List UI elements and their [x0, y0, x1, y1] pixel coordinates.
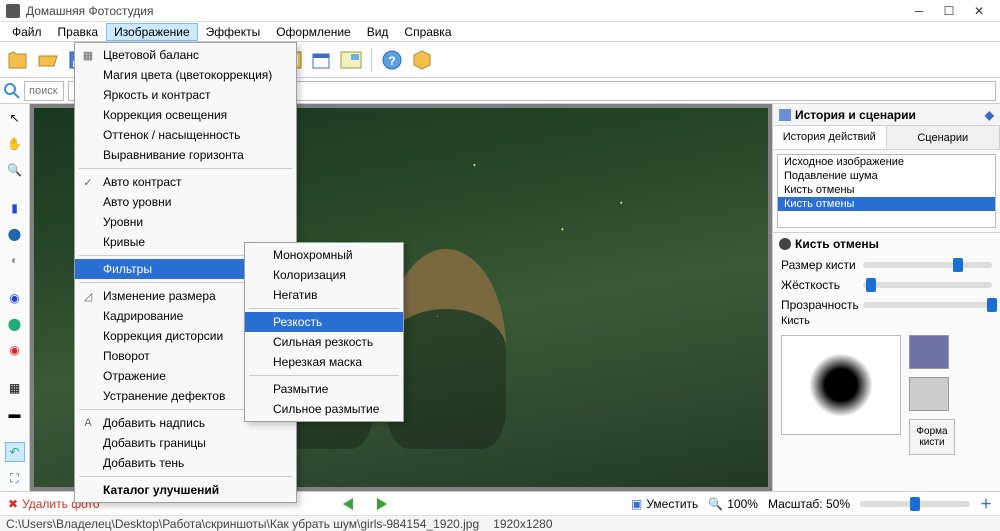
clone-tool-icon[interactable]: ◉: [5, 288, 25, 308]
right-sidebar: История и сценарии ◆ История действий Сц…: [772, 104, 1000, 491]
brush-hardness-label: Жёсткость: [781, 278, 857, 292]
card-icon[interactable]: [337, 46, 365, 74]
search-icon: [4, 83, 20, 99]
app-icon: [6, 4, 20, 18]
history-list[interactable]: Исходное изображение Подавление шума Кис…: [777, 154, 996, 228]
tab-history[interactable]: История действий: [773, 126, 887, 149]
zoom-plus-icon[interactable]: ＋: [980, 495, 992, 512]
open-folder-icon[interactable]: [34, 46, 62, 74]
zoom-slider[interactable]: [860, 501, 970, 507]
menu-item[interactable]: Негатив: [245, 285, 403, 305]
history-item[interactable]: Подавление шума: [778, 169, 995, 183]
fit-icon: ▣: [631, 497, 642, 511]
filters-submenu-dropdown: МонохромныйКолоризацияНегативРезкостьСил…: [244, 242, 404, 422]
search-input[interactable]: [24, 81, 64, 101]
menu-edit[interactable]: Правка: [50, 23, 107, 41]
history-item[interactable]: Кисть отмены: [778, 197, 995, 211]
tools-sidebar: ↖ ✋ 🔍 ▮ ⬤ ◐ ◉ ⬤ ◉ ▦ ▬ ↶ ⛶: [0, 104, 30, 491]
pointer-tool-icon[interactable]: ↖: [5, 108, 25, 128]
brush-tool-icon[interactable]: ▮: [5, 198, 25, 218]
healing-tool-icon[interactable]: ⬤: [5, 314, 25, 334]
color-swatch-secondary[interactable]: [909, 377, 949, 411]
history-item[interactable]: Кисть отмены: [778, 183, 995, 197]
help-icon[interactable]: ?: [378, 46, 406, 74]
menu-item[interactable]: ▦Цветовой баланс: [75, 45, 296, 65]
brush-preview-label: Кисть: [773, 315, 1000, 329]
brush-icon: [779, 238, 791, 250]
scale-label: Масштаб: 50%: [768, 497, 850, 511]
svg-text:?: ?: [388, 54, 395, 68]
menu-effects[interactable]: Эффекты: [198, 23, 269, 41]
history-panel-header: История и сценарии ◆: [773, 104, 1000, 126]
next-photo-button[interactable]: [370, 494, 394, 514]
menu-file[interactable]: Файл: [4, 23, 50, 41]
menu-item[interactable]: Авто уровни: [75, 192, 296, 212]
fit-button[interactable]: ▣Уместить: [631, 497, 698, 511]
maximize-button[interactable]: ☐: [934, 1, 964, 21]
color-swatch-primary[interactable]: [909, 335, 949, 369]
menu-item[interactable]: Колоризация: [245, 265, 403, 285]
title-bar: Домашняя Фотостудия ─ ☐ ✕: [0, 0, 1000, 22]
brush-shape-button[interactable]: Форма кисти: [909, 419, 955, 455]
menu-item[interactable]: Яркость и контраст: [75, 85, 296, 105]
menu-item[interactable]: Нерезкая маска: [245, 352, 403, 372]
zoom-icon: 🔍: [708, 497, 723, 511]
history-item[interactable]: Исходное изображение: [778, 155, 995, 169]
tab-scenarios[interactable]: Сценарии: [887, 126, 1000, 149]
undo-brush-tool-icon[interactable]: ↶: [5, 442, 25, 462]
delete-icon: ✖: [8, 497, 18, 511]
menu-bar: Файл Правка Изображение Эффекты Оформлен…: [0, 22, 1000, 42]
zoom-100-button[interactable]: 🔍100%: [708, 497, 758, 511]
menu-item[interactable]: Резкость: [245, 312, 403, 332]
file-path-bar: C:\Users\Владелец\Desktop\Работа\скриншо…: [0, 515, 1000, 531]
minimize-button[interactable]: ─: [904, 1, 934, 21]
brush-opacity-label: Прозрачность: [781, 298, 857, 312]
file-path: C:\Users\Владелец\Desktop\Работа\скриншо…: [6, 517, 479, 531]
gradient-tool-icon[interactable]: ▦: [5, 378, 25, 398]
menu-item[interactable]: ✓Авто контраст: [75, 172, 296, 192]
menu-item[interactable]: Монохромный: [245, 245, 403, 265]
calendar-icon[interactable]: [307, 46, 335, 74]
collapse-icon[interactable]: ◆: [985, 108, 994, 122]
menu-view[interactable]: Вид: [359, 23, 397, 41]
redeye-tool-icon[interactable]: ◉: [5, 340, 25, 360]
menu-item[interactable]: Магия цвета (цветокоррекция): [75, 65, 296, 85]
fill-tool-icon[interactable]: ▬: [5, 404, 25, 424]
menu-item[interactable]: Добавить границы: [75, 433, 296, 453]
menu-item[interactable]: Уровни: [75, 212, 296, 232]
crop-tool-icon[interactable]: ⛶: [5, 468, 25, 488]
open-file-icon[interactable]: [4, 46, 32, 74]
history-panel-title: История и сценарии: [795, 108, 916, 122]
menu-design[interactable]: Оформление: [268, 23, 358, 41]
menu-item[interactable]: Добавить тень: [75, 453, 296, 473]
brush-panel-title: Кисть отмены: [795, 237, 879, 251]
blur-tool-icon[interactable]: ◐: [5, 250, 25, 270]
brush-hardness-slider[interactable]: [863, 282, 992, 288]
menu-image[interactable]: Изображение: [106, 23, 198, 41]
menu-item[interactable]: Выравнивание горизонта: [75, 145, 296, 165]
menu-item[interactable]: Сильная резкость: [245, 332, 403, 352]
brush-size-slider[interactable]: [863, 262, 992, 268]
menu-item[interactable]: Сильное размытие: [245, 399, 403, 419]
menu-item[interactable]: Размытие: [245, 379, 403, 399]
brush-preview[interactable]: [781, 335, 901, 435]
file-dimensions: 1920x1280: [493, 517, 552, 531]
prev-photo-button[interactable]: [336, 494, 360, 514]
drop-tool-icon[interactable]: ⬤: [5, 224, 25, 244]
app-title: Домашняя Фотостудия: [26, 4, 904, 18]
menu-item[interactable]: Каталог улучшений: [75, 480, 296, 500]
menu-item[interactable]: Оттенок / насыщенность: [75, 125, 296, 145]
menu-help[interactable]: Справка: [396, 23, 459, 41]
brush-panel-header: Кисть отмены: [773, 232, 1000, 255]
menu-item[interactable]: Коррекция освещения: [75, 105, 296, 125]
close-button[interactable]: ✕: [964, 1, 994, 21]
zoom-tool-icon[interactable]: 🔍: [5, 160, 25, 180]
box-icon[interactable]: [408, 46, 436, 74]
hand-tool-icon[interactable]: ✋: [5, 134, 25, 154]
brush-size-label: Размер кисти: [781, 258, 857, 272]
history-icon: [779, 109, 791, 121]
brush-opacity-slider[interactable]: [863, 302, 992, 308]
